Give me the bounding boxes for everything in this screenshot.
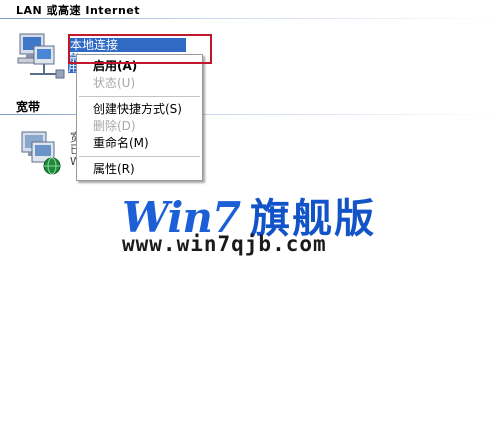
lan-section-header: LAN 或高速 Internet bbox=[16, 4, 141, 17]
menu-item-status: 状态(U) bbox=[93, 76, 136, 90]
menu-separator bbox=[79, 156, 200, 157]
watermark-url: www.win7qjb.com bbox=[122, 232, 327, 256]
menu-item-rename[interactable]: 重命名(M) bbox=[77, 135, 202, 152]
menu-separator bbox=[79, 96, 200, 97]
network-connection-icon[interactable] bbox=[16, 32, 68, 85]
menu-item-create-shortcut[interactable]: 创建快捷方式(S) bbox=[77, 101, 202, 118]
broadband-section-header: 宽带 bbox=[16, 100, 41, 114]
context-menu: 启用(A) 状态(U) 创建快捷方式(S) 删除(D) 重命名(M) 属性(R) bbox=[76, 54, 203, 181]
annotation-highlight-box bbox=[68, 34, 212, 64]
section-divider bbox=[0, 18, 502, 19]
broadband-connection-icon[interactable] bbox=[18, 128, 66, 181]
menu-item-delete: 删除(D) bbox=[93, 119, 136, 133]
menu-item-properties[interactable]: 属性(R) bbox=[77, 161, 202, 178]
